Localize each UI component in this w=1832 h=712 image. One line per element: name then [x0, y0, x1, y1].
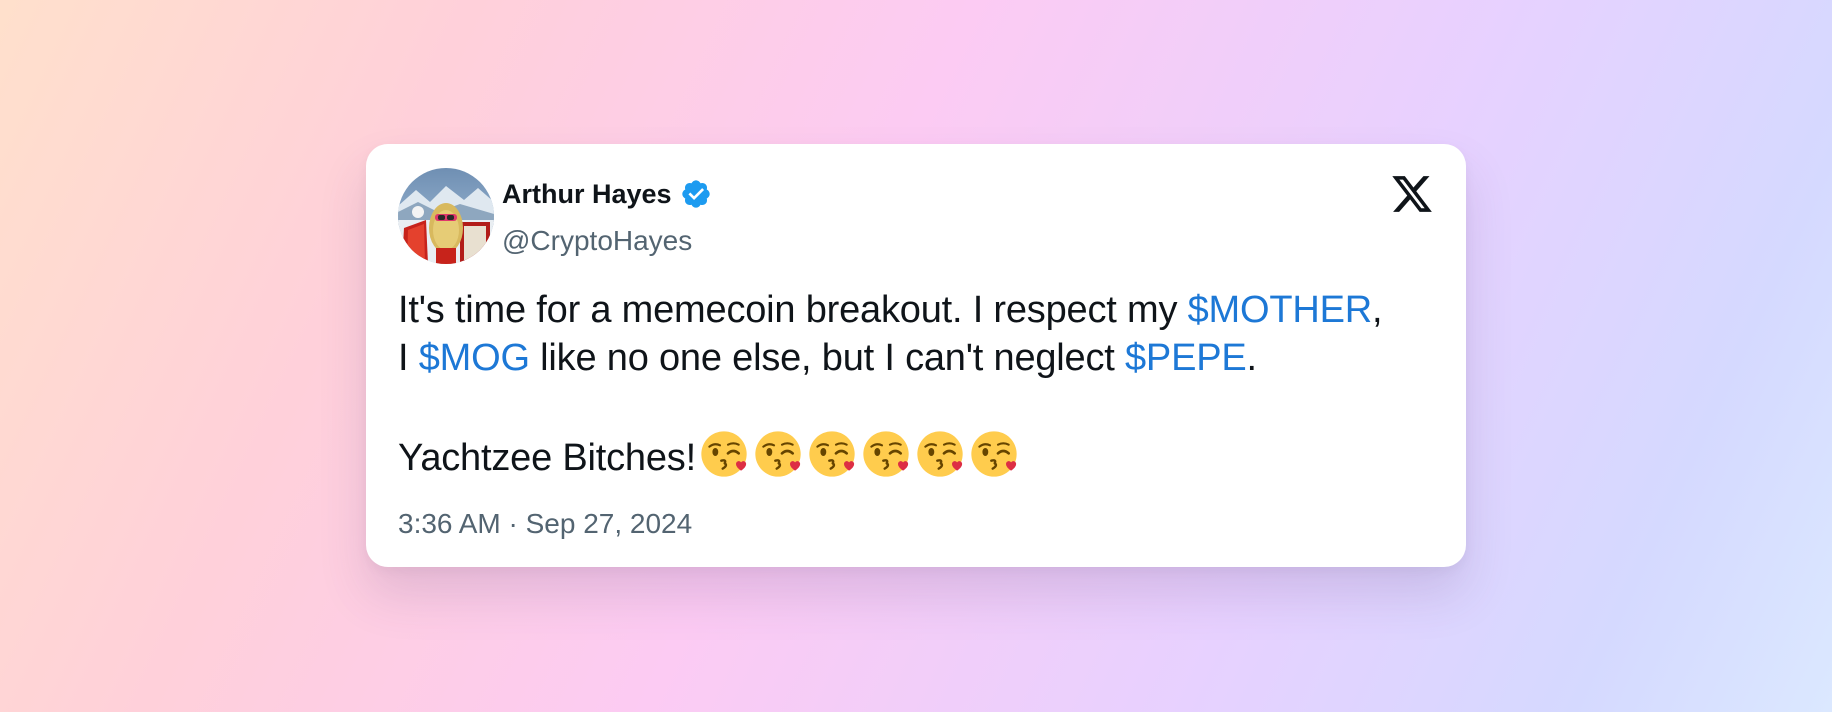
cashtag-mother-link[interactable]: $MOTHER	[1188, 289, 1373, 331]
tweet-text-line-1: It's time for a memecoin breakout. I res…	[398, 286, 1443, 334]
tweet-text-line-3: Yachtzee Bitches!	[398, 430, 1443, 482]
author-name-row[interactable]: Arthur Hayes	[502, 178, 712, 210]
tweet-text-segment: ,	[1372, 289, 1383, 331]
face-blowing-a-kiss-icon	[863, 431, 909, 477]
face-blowing-a-kiss-icon	[701, 431, 747, 477]
face-blowing-a-kiss-icon	[809, 431, 855, 477]
x-logo-icon[interactable]	[1390, 172, 1434, 216]
tweet-text-line-2: I $MOG like no one else, but I can't neg…	[398, 334, 1443, 382]
author-handle[interactable]: @CryptoHayes	[502, 224, 692, 258]
verified-badge-icon	[680, 178, 712, 210]
face-blowing-a-kiss-icon	[755, 431, 801, 477]
author-display-name[interactable]: Arthur Hayes	[502, 178, 672, 210]
cashtag-mog-link[interactable]: $MOG	[419, 337, 530, 379]
tweet-text-segment: Yachtzee Bitches!	[398, 437, 696, 479]
tweet-text-segment: .	[1246, 337, 1258, 379]
cashtag-pepe-link[interactable]: $PEPE	[1125, 337, 1247, 379]
tweet-text-segment: I	[398, 337, 419, 379]
face-blowing-a-kiss-icon	[917, 431, 963, 477]
tweet-timestamp[interactable]: 3:36 AM · Sep 27, 2024	[398, 507, 692, 541]
tweet-text-segment: It's time for a memecoin breakout. I res…	[398, 289, 1188, 331]
tweet-text: It's time for a memecoin breakout. I res…	[398, 286, 1443, 482]
tweet-text-segment: like no one else, but I can't neglect	[529, 337, 1125, 379]
face-blowing-a-kiss-icon	[971, 431, 1017, 477]
tweet-card: Arthur Hayes @CryptoHayes It's time for …	[366, 144, 1466, 567]
emoji-row	[700, 430, 1018, 478]
paragraph-break	[398, 382, 1443, 430]
avatar[interactable]	[398, 168, 494, 264]
